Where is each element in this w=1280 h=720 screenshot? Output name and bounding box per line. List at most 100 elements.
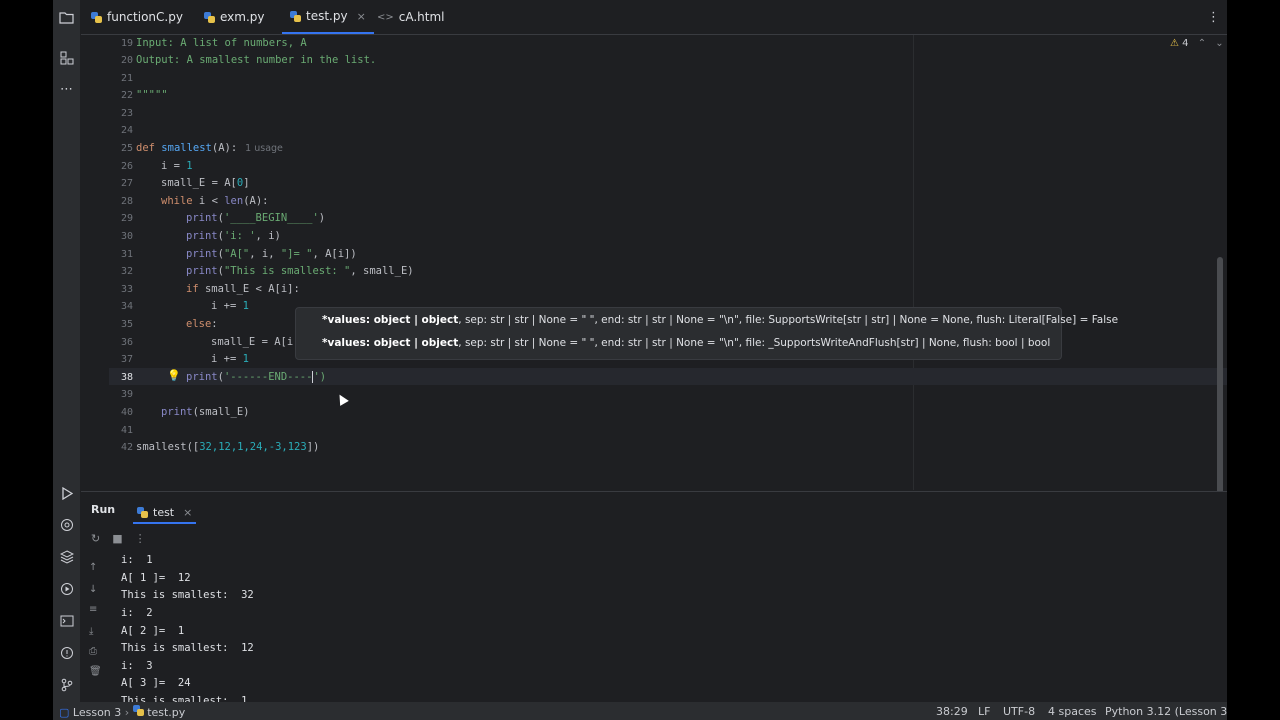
line-number: 21 [120, 73, 133, 84]
console-output-line: A[ 1 ]= 12 [121, 572, 191, 584]
tab-exm[interactable]: exm.py [204, 0, 265, 34]
git-icon[interactable] [53, 674, 80, 696]
console-output-line: i: 3 [121, 660, 153, 672]
chevron-up-icon[interactable]: ⌃ [1198, 38, 1206, 49]
breadcrumb-project[interactable]: Lesson 3 [73, 706, 121, 719]
tab-label: functionC.py [107, 10, 183, 24]
code-line: print('i: ', i) [186, 230, 281, 242]
html-file-icon: <> [377, 11, 394, 23]
code-line: if small_E < A[i]: [186, 283, 300, 295]
warning-icon: ⚠ [1170, 38, 1179, 49]
python-file-icon [132, 705, 144, 716]
python-file-icon [290, 10, 301, 22]
file-encoding[interactable]: UTF-8 [1003, 705, 1035, 718]
code-line: i = 1 [161, 160, 193, 172]
line-number: 35 [120, 319, 133, 330]
code-line: small_E = A[0] [161, 177, 250, 189]
run-more-icon[interactable]: ⋮ [135, 532, 146, 548]
trash-icon[interactable]: 🗑 [89, 666, 102, 677]
print-icon[interactable]: ⎙ [89, 646, 97, 657]
console-output-line: i: 2 [121, 607, 153, 619]
line-number: 24 [120, 125, 133, 136]
stop-icon[interactable]: ■ [112, 532, 122, 548]
editor-scrollbar[interactable] [1217, 257, 1223, 495]
usage-hint[interactable]: 1 usage [245, 143, 283, 154]
code-line: i += 1 [211, 353, 249, 365]
line-number: 33 [120, 284, 133, 295]
chevron-down-icon[interactable]: ⌄ [1215, 38, 1223, 49]
run-tab-label: test [153, 505, 175, 519]
code-editor[interactable]: ⚠ 4 ⌃ ⌄ 19 20 21 22 23 24 25 26 27 28 29… [81, 35, 1227, 495]
line-number: 34 [120, 301, 133, 312]
line-number: 28 [120, 196, 133, 207]
line-number: 39 [120, 389, 133, 400]
python-file-icon [91, 11, 102, 23]
structure-icon[interactable] [53, 47, 80, 69]
parameter-info-popup: *values: object | object, sep: str | str… [295, 307, 1118, 360]
code-line: def smallest(A): 1 usage [136, 142, 283, 154]
inspection-widget[interactable]: ⚠ 4 ⌃ ⌄ [1170, 38, 1224, 49]
line-number: 26 [120, 161, 133, 172]
console-output-line: This is smallest: 32 [121, 589, 254, 601]
console-output-line: A[ 3 ]= 24 [121, 677, 191, 689]
warning-count: 4 [1182, 38, 1189, 49]
problems-icon[interactable] [53, 642, 80, 664]
line-number: 37 [120, 354, 133, 365]
lightbulb-icon[interactable]: 💡 [167, 369, 181, 382]
line-number: 40 [120, 407, 133, 418]
scroll-up-icon[interactable]: ↑ [89, 562, 97, 573]
line-number: 38 [120, 372, 133, 383]
code-line: """"" [136, 89, 168, 101]
module-icon: ▢ [59, 706, 70, 719]
tab-label: cA.html [398, 10, 445, 24]
indent-setting[interactable]: 4 spaces [1048, 705, 1097, 718]
console-output-line: A[ 2 ]= 1 [121, 625, 185, 637]
caret-position[interactable]: 38:29 [936, 705, 968, 718]
layers-icon[interactable] [53, 546, 80, 568]
code-line: Output: A smallest number in the list. [136, 54, 377, 66]
line-number: 25 [120, 143, 133, 154]
tab-functionc[interactable]: functionC.py [91, 0, 183, 34]
services-icon[interactable] [53, 578, 80, 600]
tab-label: test.py [306, 9, 348, 23]
run-panel: Run test × ↻ ■ ⋮ ↑ ↓ ≡ ⤓ ⎙ 🗑 i: 1 A[ 1 ]… [81, 491, 1227, 707]
python-file-icon [204, 11, 215, 23]
tab-ca-html[interactable]: <> cA.html [377, 0, 445, 34]
code-line: print(small_E) [161, 406, 250, 418]
folder-icon[interactable] [53, 6, 80, 28]
tabs-more-icon[interactable]: ⋮ [1207, 0, 1220, 34]
code-line: while i < len(A): [161, 195, 269, 207]
scroll-to-end-icon[interactable]: ⤓ [89, 626, 93, 637]
line-number: 32 [120, 266, 133, 277]
code-line: else: [186, 318, 218, 330]
code-line: smallest([32,12,1,24,-3,123]) [136, 441, 320, 453]
line-number: 36 [120, 337, 133, 348]
run-tab-test[interactable]: test × [133, 502, 197, 524]
python-file-icon [137, 506, 148, 518]
close-icon[interactable]: × [357, 10, 366, 23]
soft-wrap-icon[interactable]: ≡ [89, 604, 97, 615]
breadcrumb[interactable]: ▢ Lesson 3 › test.py [59, 705, 185, 719]
line-number: 23 [120, 108, 133, 119]
code-line: print('____BEGIN____') [186, 212, 326, 224]
code-line: i += 1 [211, 300, 249, 312]
more-tools-icon[interactable]: ⋯ [53, 78, 80, 100]
code-line: print("This is smallest: ", small_E) [186, 265, 414, 277]
python-interpreter[interactable]: Python 3.12 (Lesson 3) [1105, 705, 1227, 718]
close-icon[interactable]: × [183, 506, 192, 519]
line-number: 30 [120, 231, 133, 242]
python-console-icon[interactable] [53, 514, 80, 536]
rerun-icon[interactable]: ↻ [91, 532, 100, 548]
line-ending[interactable]: LF [978, 705, 990, 718]
run-tool-icon[interactable] [53, 482, 80, 504]
line-number: 19 [120, 38, 133, 49]
terminal-icon[interactable] [53, 610, 80, 632]
run-toolbar: ↻ ■ ⋮ [91, 532, 146, 548]
tab-test[interactable]: test.py × [282, 0, 374, 34]
left-tool-strip: ⋯ [53, 0, 81, 702]
scroll-down-icon[interactable]: ↓ [89, 584, 97, 595]
console-output-line: This is smallest: 12 [121, 642, 254, 654]
tab-label: exm.py [220, 10, 265, 24]
editor-tab-bar: functionC.py exm.py test.py × <> cA.html… [81, 0, 1227, 35]
breadcrumb-file[interactable]: test.py [147, 706, 185, 719]
